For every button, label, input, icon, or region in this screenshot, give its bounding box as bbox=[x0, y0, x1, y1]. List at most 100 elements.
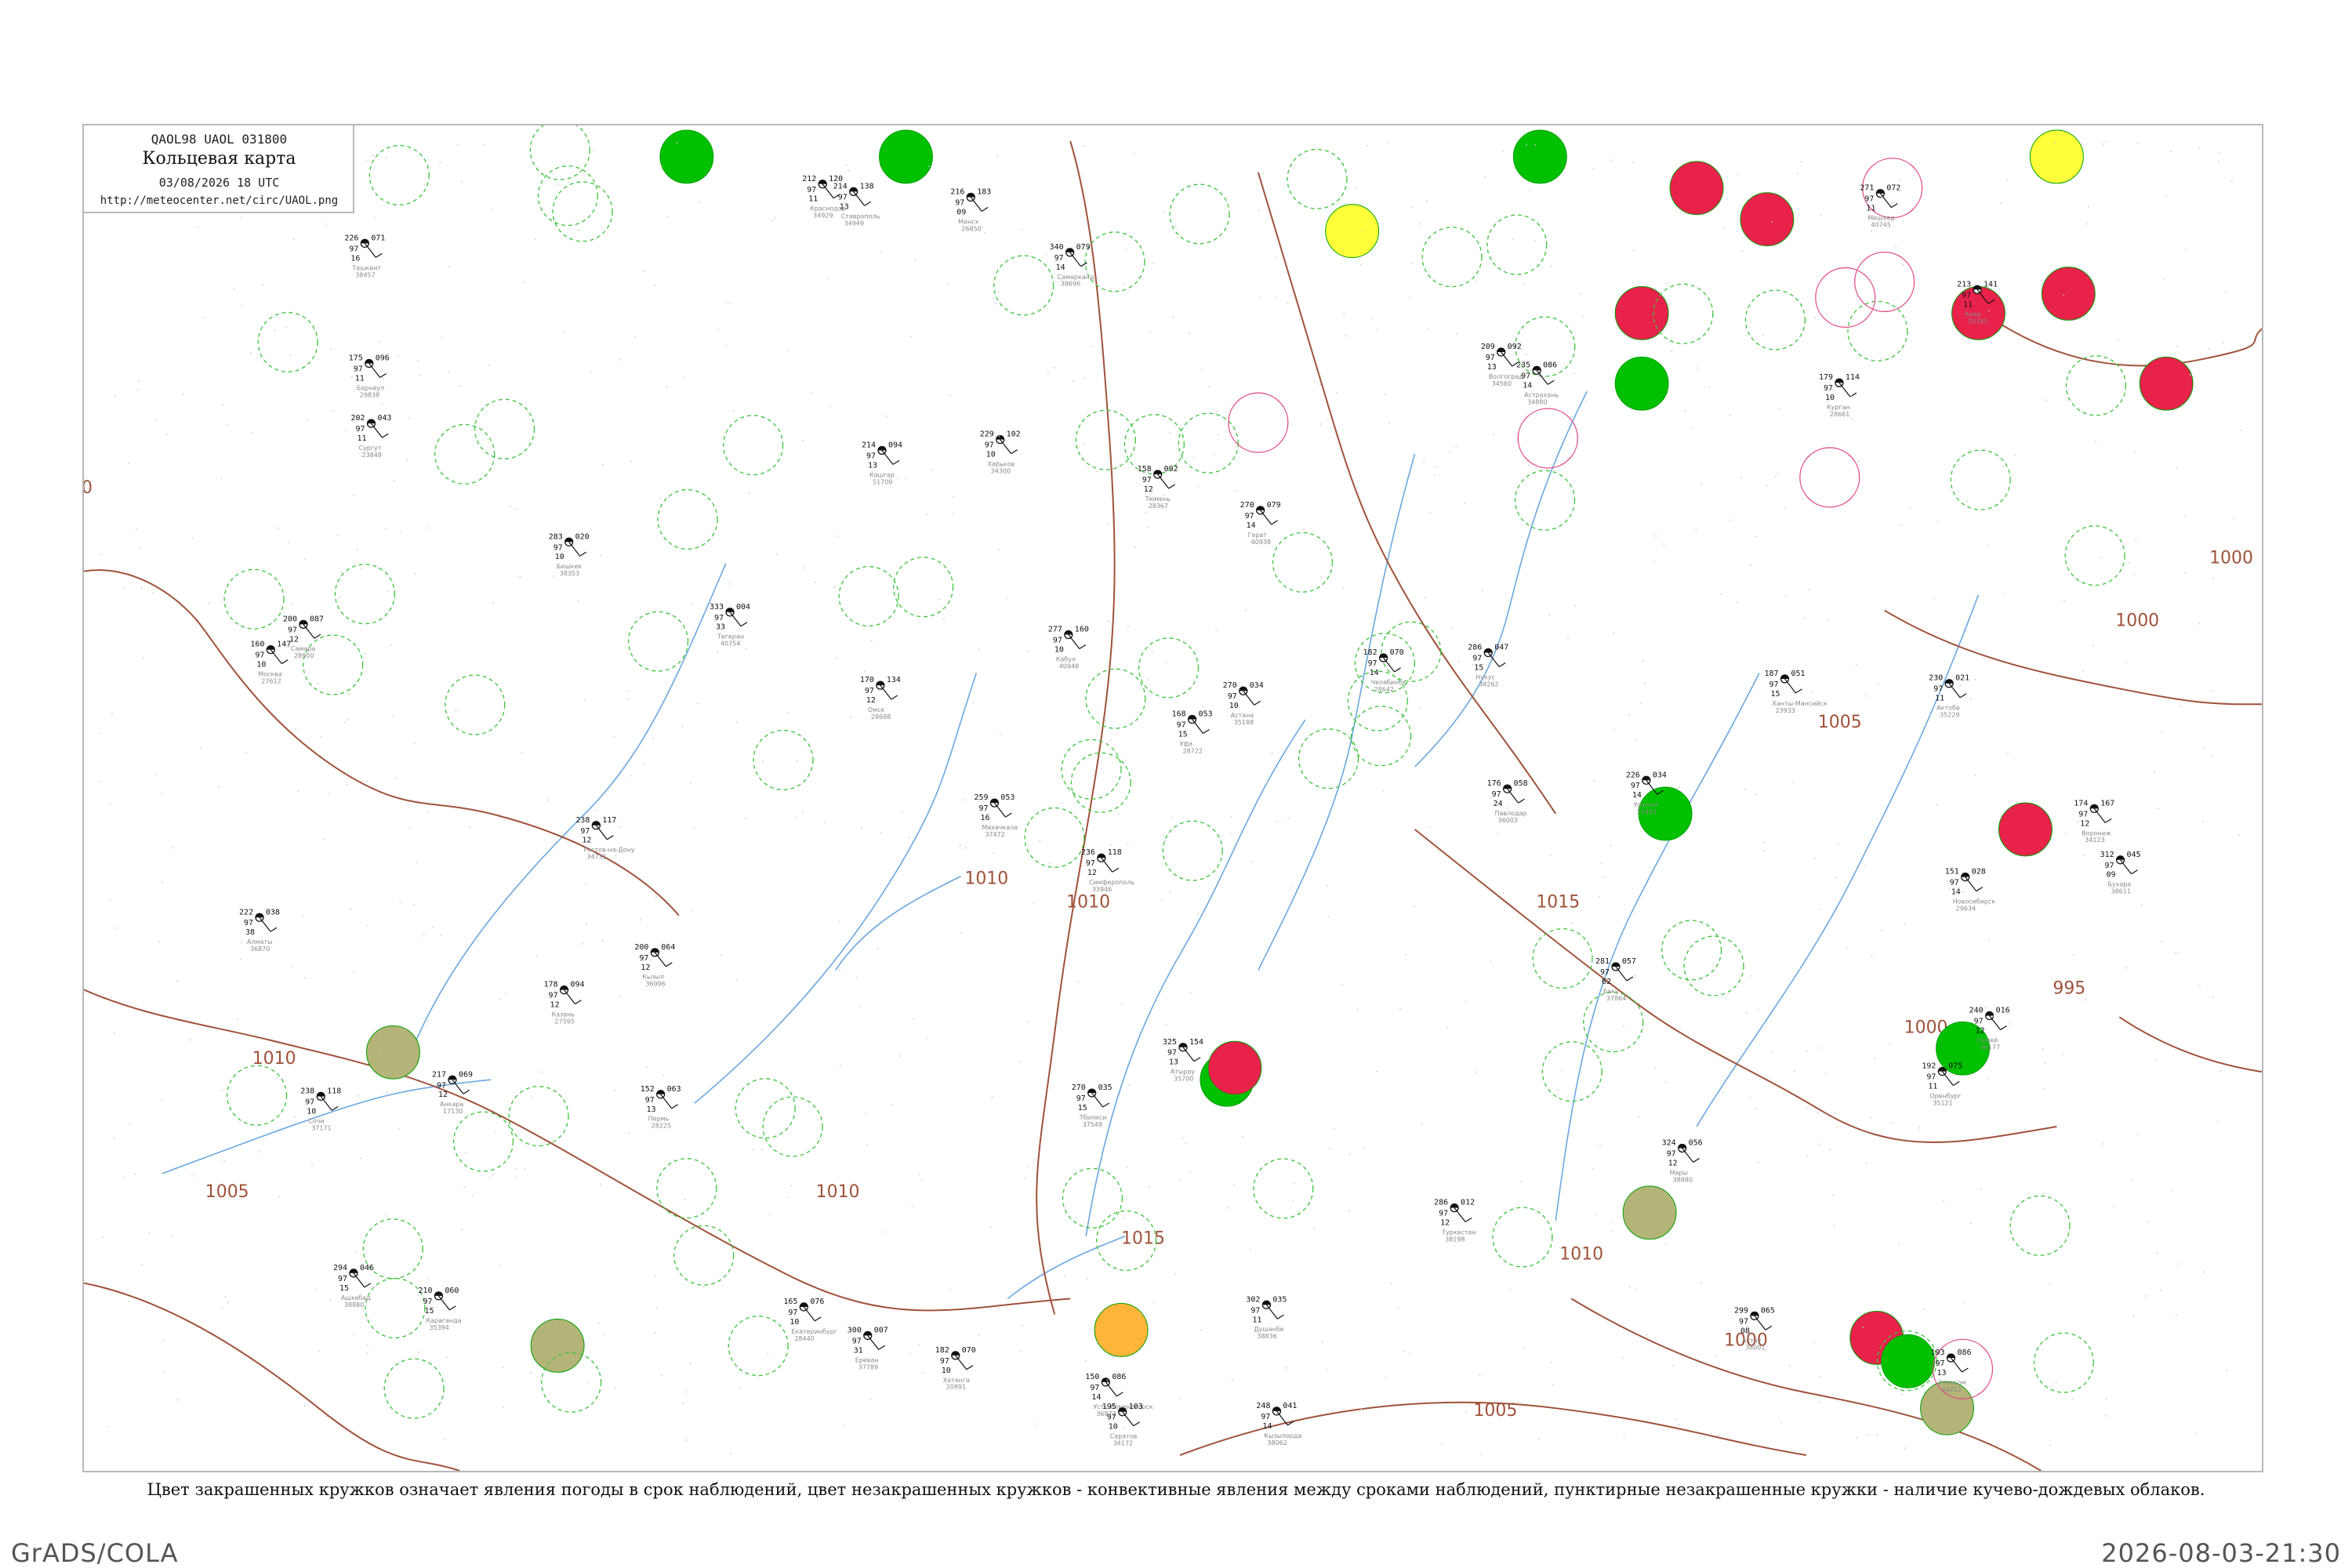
station-40938[interactable]: 270 0799714Герат40938 bbox=[1240, 501, 1281, 546]
grid-dot bbox=[1988, 938, 1991, 941]
grid-dot bbox=[2071, 1399, 2074, 1400]
grid-dot bbox=[2146, 1221, 2148, 1223]
grid-dot bbox=[911, 1205, 913, 1207]
station-34949[interactable]: 214 1389713Ставрополь34949 bbox=[833, 182, 880, 227]
grid-dot bbox=[1423, 460, 1425, 463]
station-34731[interactable]: 238 1179712Ростов-на-Дону34731 bbox=[575, 816, 634, 861]
station-51709[interactable]: 214 0949713Кашгар51709 bbox=[862, 441, 902, 485]
station-29634[interactable]: 151 0289714Новосибирск29634 bbox=[1945, 868, 1996, 913]
station-40754[interactable]: 333 0049733Тегеран40754 bbox=[710, 603, 750, 648]
station-34172[interactable]: 195 1039710Саратов34172 bbox=[1102, 1403, 1143, 1447]
station-35700[interactable]: 325 1549713Атырау35700 bbox=[1163, 1038, 1203, 1083]
grid-dot bbox=[760, 1149, 763, 1151]
grid-dot bbox=[2145, 1295, 2147, 1297]
station-28440[interactable]: 165 0769710Екатеринбург28440 bbox=[783, 1298, 837, 1342]
grid-dot bbox=[601, 939, 604, 942]
station-dewpoint: 97 bbox=[356, 425, 365, 434]
station-28661[interactable]: 179 1149710Курган28661 bbox=[1819, 373, 1860, 418]
station-37171[interactable]: 238 1189710Сочи37171 bbox=[300, 1087, 341, 1131]
grid-dot bbox=[1376, 328, 1378, 331]
grid-dot bbox=[1715, 1355, 1718, 1357]
station-34880[interactable]: 235 0869714Астрахань34880 bbox=[1516, 361, 1559, 405]
station-37549[interactable]: 270 0359715Тбилиси37549 bbox=[1072, 1083, 1112, 1128]
station-28698[interactable]: 170 1349712Омск28698 bbox=[860, 676, 901, 720]
grid-dot bbox=[1943, 1200, 1945, 1202]
station-visibility: 15 bbox=[424, 1307, 434, 1316]
station-20891[interactable]: 182 0709710Хатанга20891 bbox=[935, 1346, 976, 1391]
station-28642[interactable]: 182 0709714Челябинск28642 bbox=[1363, 648, 1406, 693]
station-34300[interactable]: 229 1029710Харьков34300 bbox=[980, 430, 1021, 475]
station-28367[interactable]: 158 0929712Тюмень28367 bbox=[1138, 465, 1178, 510]
station-27612[interactable]: 160 1479710Москва27612 bbox=[250, 641, 291, 685]
station-28225[interactable]: 152 0639713Пермь28225 bbox=[641, 1085, 681, 1130]
station-33946[interactable]: 236 1189712Симферополь33946 bbox=[1081, 848, 1135, 893]
station-37789[interactable]: 300 0079731Ереван37789 bbox=[848, 1326, 888, 1370]
grid-dot bbox=[1047, 372, 1049, 374]
wind-barb-feather bbox=[1102, 1102, 1109, 1108]
station-38262[interactable]: 286 0479715Нукус38262 bbox=[1468, 644, 1508, 688]
grid-dot bbox=[1717, 1434, 1719, 1436]
wind-barb-feather bbox=[1765, 1325, 1773, 1330]
cumulonimbus-circle bbox=[1085, 668, 1146, 729]
grid-dot bbox=[285, 326, 288, 328]
station-temp: 151 bbox=[1945, 868, 1959, 877]
grid-dot bbox=[1880, 358, 1882, 360]
station-35229[interactable]: 230 0219711Актобе35229 bbox=[1929, 674, 1969, 719]
map-url[interactable]: http://meteocenter.net/circ/UAOL.png bbox=[84, 194, 354, 207]
grid-dot bbox=[1399, 1007, 1401, 1010]
grid-dot bbox=[1644, 682, 1646, 684]
station-38880[interactable]: 324 0569712Мары38880 bbox=[1662, 1138, 1703, 1183]
grid-dot bbox=[869, 1398, 872, 1400]
station-36096[interactable]: 200 0649712Кызыл36096 bbox=[634, 943, 675, 988]
station-26850[interactable]: 216 1839709Минск26850 bbox=[950, 188, 991, 233]
station-pressure: 012 bbox=[1461, 1199, 1475, 1207]
grid-dot bbox=[1992, 1014, 1994, 1017]
station-38353[interactable]: 283 0209710Бишкек38353 bbox=[549, 532, 590, 577]
station-id: 37472 bbox=[985, 831, 1004, 838]
station-id: 34731 bbox=[586, 854, 606, 861]
station-id: 35700 bbox=[1174, 1076, 1193, 1083]
station-38611[interactable]: 312 0459709Бухара38611 bbox=[2100, 851, 2141, 895]
station-35121[interactable]: 192 0759711Оренбург35121 bbox=[1922, 1062, 1962, 1107]
station-temp: 226 bbox=[344, 234, 358, 242]
station-name: Мары bbox=[1670, 1169, 1688, 1176]
grid-dot bbox=[891, 1103, 893, 1105]
station-37472[interactable]: 259 0539716Махачкала37472 bbox=[974, 793, 1018, 838]
wind-barb-feather bbox=[1116, 1392, 1123, 1397]
station-23849[interactable]: 202 0439711Сургут23849 bbox=[351, 414, 392, 459]
station-29838[interactable]: 175 0969711Барнаул29838 bbox=[349, 354, 390, 399]
grid-dot bbox=[2217, 1120, 2219, 1123]
station-38696[interactable]: 340 0799714Самарканд38696 bbox=[1050, 243, 1094, 288]
station-38880[interactable]: 294 0469715Ашхабад38880 bbox=[333, 1264, 374, 1308]
grid-dot bbox=[1189, 1171, 1191, 1173]
station-temp: 302 bbox=[1246, 1295, 1260, 1304]
wind-barb-feather bbox=[1891, 203, 1898, 209]
station-38457[interactable]: 226 0719716Ташкент38457 bbox=[344, 234, 385, 278]
grid-dot bbox=[360, 568, 362, 570]
station-35394[interactable]: 210 0609715Караганда35394 bbox=[418, 1287, 461, 1331]
station-id: 26850 bbox=[961, 225, 981, 232]
grid-dot bbox=[1740, 477, 1743, 479]
station-36870[interactable]: 222 0389738Алматы36870 bbox=[239, 908, 280, 953]
cumulonimbus-circle bbox=[2065, 355, 2127, 416]
station-28722[interactable]: 168 0539715Уфа28722 bbox=[1172, 710, 1213, 755]
weather-circle-filled bbox=[1998, 802, 2053, 857]
wind-barb bbox=[2120, 859, 2132, 875]
cumulonimbus-circle bbox=[452, 1111, 514, 1172]
station-28900[interactable]: 200 0879712Самара28900 bbox=[283, 615, 324, 659]
grid-dot bbox=[1512, 238, 1514, 240]
station-40948[interactable]: 277 1609710Кабул40948 bbox=[1048, 626, 1089, 670]
station-38836[interactable]: 302 0359711Душанбе38836 bbox=[1246, 1295, 1287, 1340]
station-38198[interactable]: 286 0129712Туркестан38198 bbox=[1434, 1199, 1475, 1243]
station-name: Ашхабад bbox=[341, 1294, 371, 1301]
grid-dot bbox=[1984, 1007, 1987, 1009]
station-34123[interactable]: 174 1679712Воронеж34123 bbox=[2074, 799, 2114, 844]
grid-dot bbox=[2042, 1087, 2045, 1090]
weather-map[interactable]: 1010101010101015101010001000100510001005… bbox=[84, 125, 2262, 1471]
station-name: Екатеринбург bbox=[791, 1328, 837, 1335]
station-23933[interactable]: 187 0519715Ханты-Мансийск23933 bbox=[1765, 670, 1828, 714]
grid-dot bbox=[2171, 1189, 2172, 1192]
station-40745[interactable]: 271 0729711Мешхед40745 bbox=[1860, 184, 1900, 229]
station-35188[interactable]: 270 0349710Астана35188 bbox=[1223, 681, 1264, 726]
station-27595[interactable]: 178 0949712Казань27595 bbox=[544, 981, 585, 1025]
